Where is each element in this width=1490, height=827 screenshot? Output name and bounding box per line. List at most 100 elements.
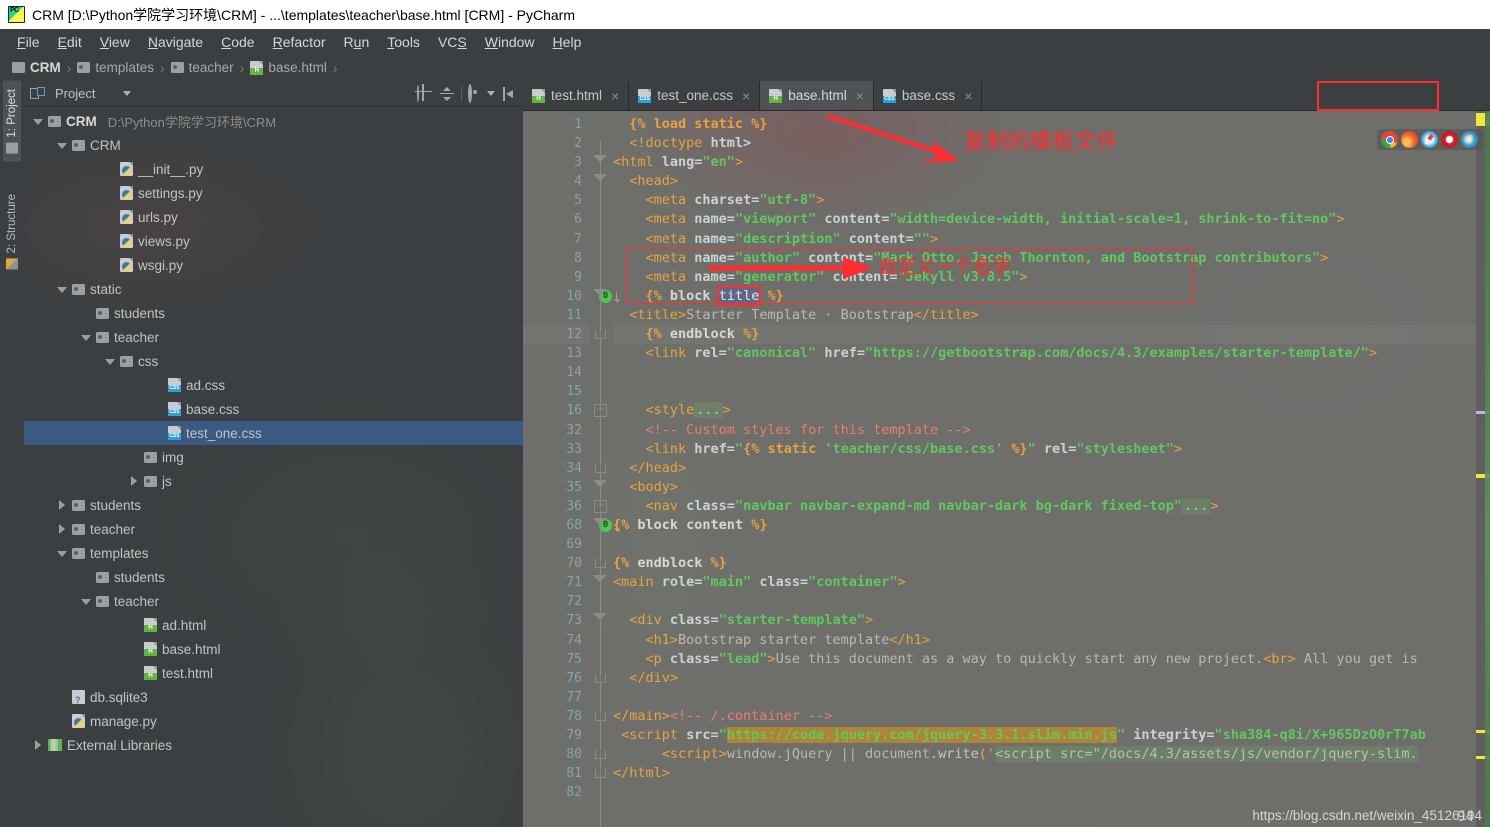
tree-item-css[interactable]: css — [24, 349, 523, 373]
fold-marker-cell[interactable] — [589, 230, 613, 249]
fold-marker-cell[interactable] — [589, 592, 613, 611]
tree-item-students[interactable]: students — [24, 565, 523, 589]
chevron-right-icon[interactable] — [56, 523, 67, 535]
chevron-down-icon[interactable] — [80, 332, 91, 343]
fold-marker-cell[interactable] — [589, 325, 613, 344]
fold-marker-cell[interactable] — [589, 153, 613, 172]
code-line[interactable]: <meta name="viewport" content="width=dev… — [613, 210, 1476, 229]
fold-marker-cell[interactable] — [589, 688, 613, 707]
editor-scrollbar[interactable] — [1485, 111, 1490, 827]
fold-marker-cell[interactable] — [589, 516, 613, 535]
code-line[interactable]: <div class="starter-template"> — [613, 611, 1476, 630]
fold-collapse-icon[interactable] — [593, 288, 607, 296]
editor-tab-base-css[interactable]: base.css × — [874, 81, 983, 110]
safari-icon[interactable] — [1421, 131, 1438, 148]
fold-marker-cell[interactable] — [589, 172, 613, 191]
editor-tab-base-html[interactable]: base.html × — [760, 81, 874, 110]
firefox-icon[interactable] — [1401, 131, 1418, 148]
code-editor[interactable]: 1 2 3 4 5 6 7 8 9 10 0 11 12 13 14 15 16 32 33 34 35 36 68 0 69 7… — [523, 111, 1490, 827]
editor-tab-test-html[interactable]: test.html × — [523, 81, 630, 110]
fold-marker-cell[interactable] — [589, 191, 613, 210]
tree-item-js[interactable]: js — [24, 469, 523, 493]
close-icon[interactable]: × — [611, 88, 619, 104]
fold-marker-cell[interactable] — [589, 554, 613, 573]
fold-marker-cell[interactable] — [589, 306, 613, 325]
tree-item-crm[interactable]: CRM — [24, 133, 523, 157]
tree-item-ad-css[interactable]: ad.css — [24, 373, 523, 397]
code-line[interactable] — [613, 363, 1476, 382]
tree-item-urls-py[interactable]: urls.py — [24, 205, 523, 229]
fold-end-icon[interactable] — [595, 559, 606, 569]
code-line[interactable]: <head> — [613, 172, 1476, 191]
close-icon[interactable]: × — [856, 88, 864, 104]
code-line[interactable] — [613, 783, 1476, 802]
code-line[interactable]: {% block content %} — [613, 516, 1476, 535]
code-line[interactable]: <nav class="navbar navbar-expand-md navb… — [613, 497, 1476, 516]
code-line[interactable]: </html> — [613, 764, 1476, 783]
fold-marker-cell[interactable] — [589, 421, 613, 440]
tree-item-base-css[interactable]: base.css — [24, 397, 523, 421]
chevron-down-icon[interactable] — [56, 284, 67, 295]
menu-navigate[interactable]: Navigate — [139, 32, 212, 52]
code-line[interactable]: <!-- Custom styles for this template --> — [613, 421, 1476, 440]
code-line[interactable]: <meta name="description" content=""> — [613, 230, 1476, 249]
code-line[interactable]: {% load static %} — [613, 115, 1476, 134]
code-line[interactable]: <meta name="generator" content="Jekyll v… — [613, 268, 1476, 287]
fold-marker-cell[interactable] — [589, 268, 613, 287]
fold-marker-cell[interactable] — [589, 440, 613, 459]
project-tree[interactable]: CRM D:\Python学院学习环境\CRM CRM __init__.py sett… — [24, 107, 523, 827]
tool-window-tab-project[interactable]: 1: Project — [3, 81, 21, 162]
code-line[interactable]: <main role="main" class="container"> — [613, 573, 1476, 592]
tree-item-teacher[interactable]: teacher — [24, 325, 523, 349]
locate-target-icon[interactable] — [417, 84, 433, 102]
code-line[interactable]: <script>window.jQuery || document.write(… — [613, 745, 1476, 764]
close-icon[interactable]: × — [742, 88, 750, 104]
tree-item-test-one-css[interactable]: test_one.css — [24, 421, 523, 445]
tree-item-teacher[interactable]: teacher — [24, 517, 523, 541]
fold-marker-cell[interactable] — [589, 707, 613, 726]
fold-expand-icon[interactable] — [594, 403, 607, 418]
chevron-down-icon[interactable] — [123, 91, 132, 96]
fold-marker-cell[interactable] — [589, 535, 613, 554]
error-marker-bar[interactable] — [1476, 111, 1490, 827]
fold-collapse-icon[interactable] — [593, 479, 607, 487]
fold-collapse-icon[interactable] — [593, 575, 607, 583]
tree-item-db-sqlite3[interactable]: db.sqlite3 — [24, 685, 523, 709]
fold-collapse-icon[interactable] — [593, 174, 607, 182]
fold-marker-cell[interactable] — [589, 745, 613, 764]
chevron-down-icon[interactable] — [104, 356, 115, 367]
fold-end-icon[interactable] — [595, 750, 606, 760]
menu-window[interactable]: Window — [476, 32, 544, 52]
code-line[interactable]: {% endblock %} — [613, 554, 1476, 573]
fold-marker-cell[interactable] — [589, 573, 613, 592]
breadcrumb-item-crm[interactable]: CRM — [10, 60, 63, 75]
code-line[interactable]: <html lang="en"> — [613, 153, 1476, 172]
tree-item--init-py[interactable]: __init__.py — [24, 157, 523, 181]
menu-help[interactable]: Help — [544, 32, 591, 52]
fold-collapse-icon[interactable] — [593, 613, 607, 621]
breadcrumb-item-basehtml[interactable]: base.html — [248, 60, 329, 75]
fold-marker-cell[interactable] — [589, 382, 613, 401]
chevron-down-icon[interactable] — [56, 548, 67, 559]
fold-end-icon[interactable] — [595, 769, 606, 779]
menu-view[interactable]: View — [91, 32, 139, 52]
tree-item-base-html[interactable]: base.html — [24, 637, 523, 661]
code-line[interactable]: <title>Starter Template · Bootstrap</tit… — [613, 306, 1476, 325]
fold-marker-cell[interactable] — [589, 650, 613, 669]
tree-item-static[interactable]: static — [24, 277, 523, 301]
menu-edit[interactable]: Edit — [49, 32, 91, 52]
close-icon[interactable]: × — [964, 88, 972, 104]
tree-item-templates[interactable]: templates — [24, 541, 523, 565]
code-line[interactable] — [613, 382, 1476, 401]
chevron-right-icon[interactable] — [128, 475, 139, 487]
fold-marker-cell[interactable] — [589, 344, 613, 363]
tree-item-students[interactable]: students — [24, 493, 523, 517]
menu-code[interactable]: Code — [212, 32, 263, 52]
fold-collapse-icon[interactable] — [593, 517, 607, 525]
fold-end-icon[interactable] — [595, 711, 606, 721]
code-line[interactable] — [613, 688, 1476, 707]
tree-item-wsgi-py[interactable]: wsgi.py — [24, 253, 523, 277]
fold-marker-cell[interactable] — [589, 459, 613, 478]
fold-marker-cell[interactable] — [589, 401, 613, 420]
code-text[interactable]: {% load static %} <!doctype html> <html l… — [613, 111, 1476, 827]
